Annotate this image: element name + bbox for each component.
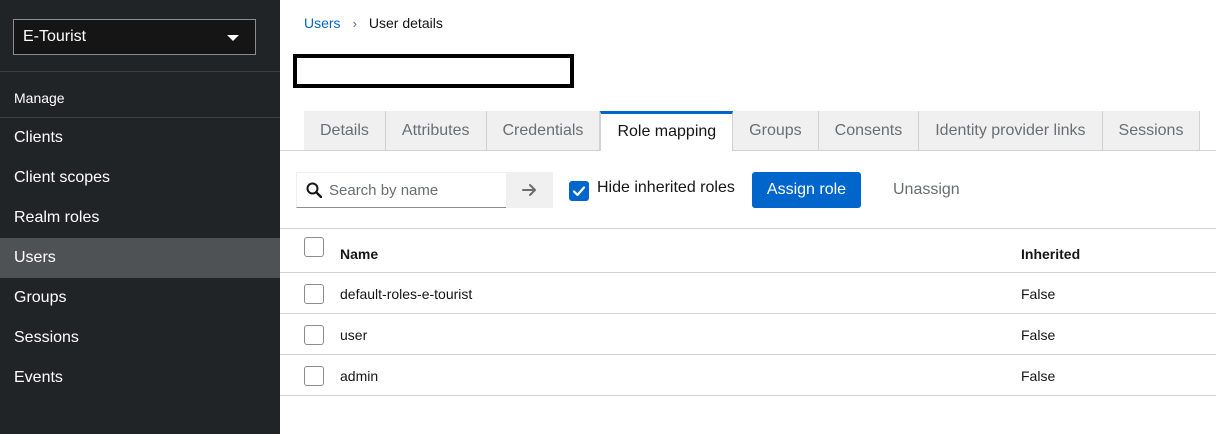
search-icon: [306, 182, 323, 203]
sidebar-divider: [0, 71, 280, 72]
search-placeholder: Search by name: [329, 182, 439, 199]
checkmark-icon: [572, 186, 586, 197]
role-name: user: [340, 327, 368, 343]
tab-credentials[interactable]: Credentials: [486, 111, 601, 151]
table-header-row: Name Inherited: [280, 229, 1216, 273]
page-title-redacted: [293, 54, 574, 88]
tab-attributes[interactable]: Attributes: [385, 111, 487, 151]
hide-inherited-checkbox[interactable]: [569, 181, 589, 201]
breadcrumb-current: User details: [368, 15, 443, 31]
caret-down-icon: [227, 35, 239, 41]
sidebar-item-events[interactable]: Events: [0, 358, 280, 398]
tab-role-mapping[interactable]: Role mapping: [600, 111, 734, 151]
tab-consents[interactable]: Consents: [818, 111, 920, 151]
sidebar-item-groups[interactable]: Groups: [0, 278, 280, 318]
table-row: default-roles-e-tourist False: [280, 273, 1216, 314]
row-checkbox[interactable]: [304, 325, 324, 345]
sidebar-item-sessions[interactable]: Sessions: [0, 318, 280, 358]
realm-selector[interactable]: E-Tourist: [13, 19, 256, 55]
role-inherited: False: [1021, 327, 1056, 343]
tab-groups[interactable]: Groups: [733, 111, 819, 151]
unassign-button[interactable]: Unassign: [893, 181, 960, 199]
role-name: default-roles-e-tourist: [340, 286, 473, 302]
breadcrumb-users-link[interactable]: Users: [304, 15, 341, 31]
role-inherited: False: [1021, 286, 1056, 302]
role-name: admin: [340, 368, 379, 384]
sidebar: E-Tourist Manage Clients Client scopes R…: [0, 0, 280, 434]
role-inherited: False: [1021, 368, 1056, 384]
assign-role-button[interactable]: Assign role: [752, 172, 861, 208]
row-checkbox[interactable]: [304, 366, 324, 386]
tab-details[interactable]: Details: [304, 111, 386, 151]
search-submit-button[interactable]: [506, 172, 553, 208]
hide-inherited-label[interactable]: Hide inherited roles: [597, 179, 735, 197]
arrow-right-icon: [522, 184, 536, 196]
row-checkbox[interactable]: [304, 284, 324, 304]
breadcrumb: Users › User details: [304, 15, 443, 31]
realm-selector-label: E-Tourist: [23, 28, 87, 45]
column-header-name[interactable]: Name: [340, 246, 378, 262]
search-input[interactable]: Search by name: [296, 172, 506, 208]
sidebar-item-clients[interactable]: Clients: [0, 118, 280, 158]
tab-sessions[interactable]: Sessions: [1102, 111, 1201, 151]
nav-section-manage: Manage: [14, 90, 65, 106]
sidebar-item-realm-roles[interactable]: Realm roles: [0, 198, 280, 238]
column-header-inherited[interactable]: Inherited: [1021, 246, 1080, 262]
sidebar-item-client-scopes[interactable]: Client scopes: [0, 158, 280, 198]
select-all-checkbox[interactable]: [304, 237, 324, 257]
chevron-right-icon: ›: [352, 15, 357, 31]
sidebar-item-users[interactable]: Users: [0, 238, 280, 278]
tab-identity-provider-links[interactable]: Identity provider links: [919, 111, 1103, 151]
table-row: admin False: [280, 355, 1216, 396]
tab-bar: Details Attributes Credentials Role mapp…: [304, 111, 1201, 151]
table-row: user False: [280, 314, 1216, 355]
